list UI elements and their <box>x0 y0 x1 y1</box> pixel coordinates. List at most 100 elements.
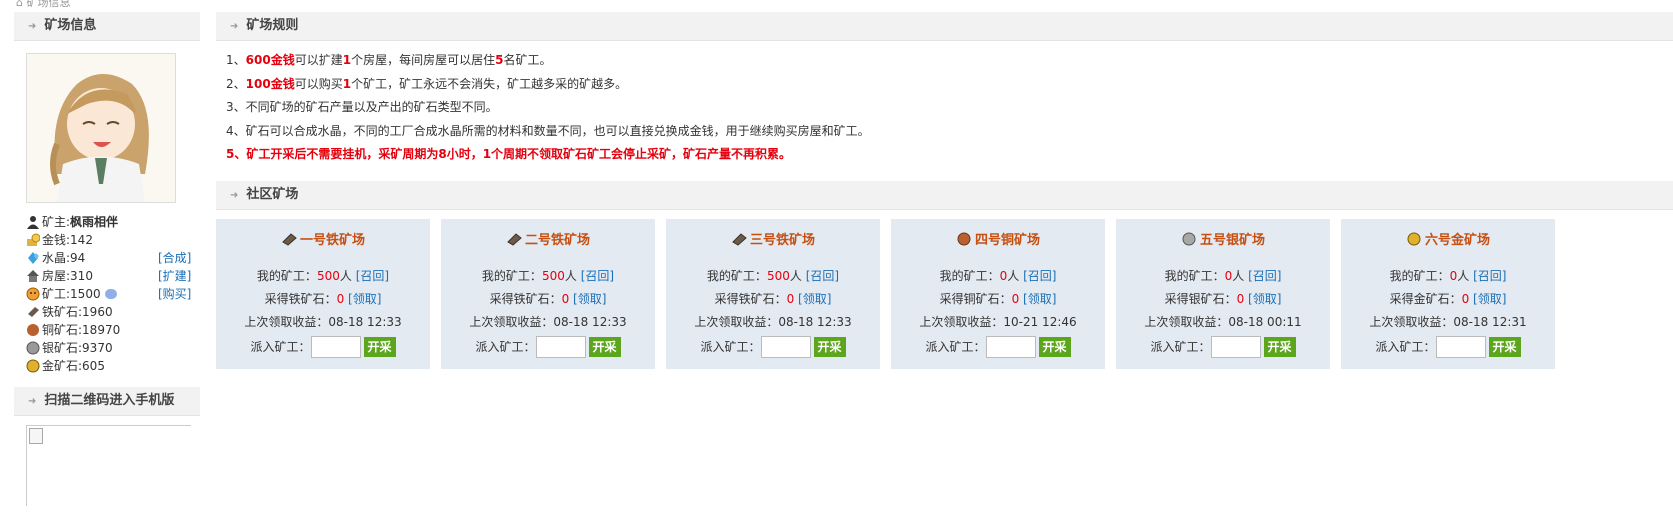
iron-ore-icon <box>731 232 747 253</box>
expand-link[interactable]: [扩建] <box>158 267 191 285</box>
person-icon <box>26 215 40 229</box>
arrow-icon: ➜ <box>230 21 239 32</box>
my-miners-line: 我的矿工：500人 [召回] <box>481 268 615 283</box>
my-miners-line: 我的矿工：500人 [召回] <box>706 268 840 283</box>
mine-title[interactable]: 一号铁矿场 <box>216 231 430 251</box>
qr-code-image <box>26 425 191 506</box>
my-miners-line: 我的矿工：0人 [召回] <box>1164 268 1282 283</box>
iron-ore-icon <box>506 232 522 253</box>
broken-image-icon <box>29 428 43 444</box>
mine-title[interactable]: 六号金矿场 <box>1341 231 1555 251</box>
miner-icon <box>26 287 40 301</box>
rule-item: 4、矿石可以合成水晶，不同的工厂合成水晶所需的材料和数量不同，也可以直接兑换成金… <box>226 123 870 138</box>
ore-line: 采得铁矿石：0 [领取] <box>714 291 832 306</box>
dispatch-miners-input[interactable] <box>1435 335 1486 358</box>
rules-header: ➜ 矿场规则 <box>216 12 1673 41</box>
recall-link[interactable]: [召回] <box>581 269 614 283</box>
dispatch-miners-input[interactable] <box>985 335 1036 358</box>
arrow-icon: ➜ <box>28 396 37 407</box>
qr-header: ➜ 扫描二维码进入手机版 <box>14 387 200 416</box>
stat-money: 金钱: 142 <box>26 231 200 249</box>
ore-line: 采得铜矿石：0 [领取] <box>939 291 1057 306</box>
mine-info-header: ➜ 矿场信息 <box>14 12 200 41</box>
gold-ore-icon <box>1406 232 1422 253</box>
dispatch-miners-input[interactable] <box>760 335 811 358</box>
copper-ore-icon <box>956 232 972 253</box>
mine-title[interactable]: 五号银矿场 <box>1116 231 1330 251</box>
arrow-icon: ➜ <box>230 189 239 201</box>
start-mining-button[interactable]: 开采 <box>1263 336 1296 357</box>
ore-line: 采得金矿石：0 [领取] <box>1389 291 1507 306</box>
dispatch-row: 派入矿工： 开采 <box>891 334 1105 360</box>
stat-iron-ore: 铁矿石: 1960 <box>26 303 200 321</box>
mine-title[interactable]: 三号铁矿场 <box>666 231 880 251</box>
stat-house: 房屋: 310 [扩建] <box>26 267 200 285</box>
chat-bubble-icon[interactable] <box>104 289 117 299</box>
rule-item: 5、矿工开采后不需要挂机，采矿周期为8小时，1个周期不领取矿石矿工会停止采矿，矿… <box>226 147 792 161</box>
rule-item: 2、100金钱可以购买1个矿工，矿工永远不会消失，矿工越多采的矿越多。 <box>226 76 628 91</box>
gold-ore-icon <box>26 359 40 373</box>
start-mining-button[interactable]: 开采 <box>363 336 396 357</box>
recall-link[interactable]: [召回] <box>1473 269 1506 283</box>
dispatch-row: 派入矿工： 开采 <box>441 334 655 360</box>
mine-card: 五号银矿场 我的矿工：0人 [召回] 采得银矿石：0 [领取] 上次领取收益：08-1… <box>1116 218 1330 369</box>
buy-link[interactable]: [购买] <box>158 285 191 303</box>
recall-link[interactable]: [召回] <box>806 269 839 283</box>
breadcrumb: ⌂ 矿场信息 <box>16 0 70 10</box>
dispatch-miners-input[interactable] <box>1210 335 1261 358</box>
main-content: ➜ 矿场规则 1、600金钱可以扩建1个房屋，每间房屋可以居住5名矿工。 2、10… <box>216 12 1673 369</box>
silver-ore-icon <box>1181 232 1197 253</box>
collect-link[interactable]: [领取] <box>348 292 381 306</box>
rule-item: 1、600金钱可以扩建1个房屋，每间房屋可以居住5名矿工。 <box>226 53 552 67</box>
mine-title[interactable]: 四号铜矿场 <box>891 231 1105 251</box>
mine-card: 四号铜矿场我的矿工：0人 [召回] 采得铜矿石：0 [领取] 上次领取收益：10-2… <box>891 218 1105 369</box>
my-miners-line: 我的矿工：500人 [召回] <box>256 268 390 283</box>
recall-link[interactable]: [召回] <box>356 269 389 283</box>
mine-card: 六号金矿场我的矿工：0人 [召回] 采得金矿石：0 [领取] 上次领取收益：08-1… <box>1341 218 1555 369</box>
my-miners-line: 我的矿工：0人 [召回] <box>1389 268 1507 283</box>
collect-link[interactable]: [领取] <box>798 292 831 306</box>
dispatch-row: 派入矿工： 开采 <box>1341 334 1555 360</box>
collect-link[interactable]: [领取] <box>1248 292 1281 306</box>
start-mining-button[interactable]: 开采 <box>1038 336 1071 357</box>
stat-gold-ore: 金矿石: 605 <box>26 357 200 375</box>
copper-ore-icon <box>26 323 40 337</box>
mine-card: 二号铁矿场我的矿工：500人 [召回] 采得铁矿石：0 [领取] 上次领取收益：08… <box>441 218 655 369</box>
avatar <box>26 53 176 203</box>
dispatch-row: 派入矿工： 开采 <box>216 334 430 360</box>
mine-card: 三号铁矿场我的矿工：500人 [召回] 采得铁矿石：0 [领取] 上次领取收益：08… <box>666 218 880 369</box>
dispatch-miners-input[interactable] <box>535 335 586 358</box>
collect-link[interactable]: [领取] <box>573 292 606 306</box>
last-collect-line: 上次领取收益：08-18 12:33 <box>244 314 402 329</box>
home-icon: ⌂ <box>16 0 23 9</box>
ore-line: 采得铁矿石：0 [领取] <box>489 291 607 306</box>
start-mining-button[interactable]: 开采 <box>813 336 846 357</box>
stat-copper-ore: 铜矿石: 18970 <box>26 321 200 339</box>
last-collect-line: 上次领取收益：08-18 12:33 <box>469 314 627 329</box>
last-collect-line: 上次领取收益：08-18 00:11 <box>1144 314 1302 329</box>
last-collect-line: 上次领取收益：08-18 12:33 <box>694 314 852 329</box>
recall-link[interactable]: [召回] <box>1248 269 1281 283</box>
mine-title[interactable]: 二号铁矿场 <box>441 231 655 251</box>
dispatch-miners-input[interactable] <box>310 335 361 358</box>
start-mining-button[interactable]: 开采 <box>1488 336 1521 357</box>
start-mining-button[interactable]: 开采 <box>588 336 621 357</box>
last-collect-line: 上次领取收益：10-21 12:46 <box>919 314 1077 329</box>
arrow-icon: ➜ <box>28 21 37 32</box>
synthesize-link[interactable]: [合成] <box>158 249 191 267</box>
collect-link[interactable]: [领取] <box>1023 292 1056 306</box>
mine-card: 一号铁矿场 我的矿工：500人 [召回] 采得铁矿石：0 [领取] 上次领取收益：08… <box>216 218 430 369</box>
dispatch-row: 派入矿工： 开采 <box>1116 334 1330 360</box>
dispatch-row: 派入矿工： 开采 <box>666 334 880 360</box>
silver-ore-icon <box>26 341 40 355</box>
house-icon <box>26 269 40 283</box>
my-miners-line: 我的矿工：0人 [召回] <box>939 268 1057 283</box>
coins-icon <box>26 233 41 247</box>
sidebar: ➜ 矿场信息 矿主: 枫雨相伴 金钱: 142 水晶: 94 [合成] 房屋: … <box>14 12 200 506</box>
recall-link[interactable]: [召回] <box>1023 269 1056 283</box>
last-collect-line: 上次领取收益：08-18 12:31 <box>1369 314 1527 329</box>
stat-silver-ore: 银矿石: 9370 <box>26 339 200 357</box>
crystal-icon <box>26 251 40 265</box>
community-mines-header: ➜ 社区矿场 <box>216 180 1673 210</box>
collect-link[interactable]: [领取] <box>1473 292 1506 306</box>
